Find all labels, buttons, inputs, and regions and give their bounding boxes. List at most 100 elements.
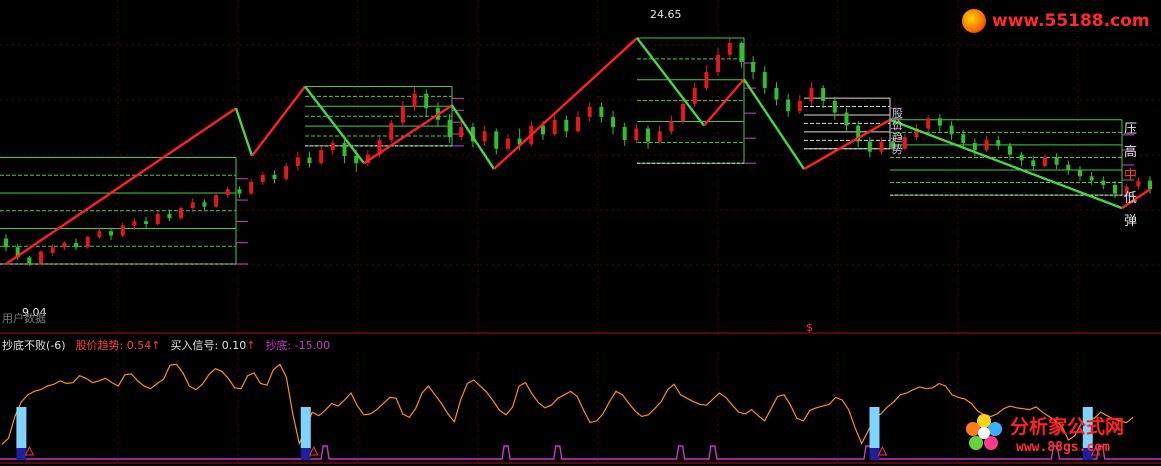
- candle-body: [120, 225, 125, 236]
- candle-body: [62, 242, 67, 248]
- candle-body: [179, 208, 184, 219]
- candle-body: [144, 221, 149, 225]
- candle-body: [879, 141, 884, 152]
- candle-body: [564, 119, 569, 132]
- candle-body: [797, 100, 802, 112]
- candle-body: [844, 112, 849, 126]
- candle-body: [505, 138, 510, 149]
- candle-body: [926, 118, 931, 129]
- candle-body: [1042, 157, 1047, 167]
- trend-segment: [803, 118, 891, 171]
- dollar-marker: $: [806, 321, 813, 334]
- candle-body: [552, 119, 557, 135]
- candle-body: [109, 231, 114, 236]
- candle-body: [716, 54, 721, 73]
- candle-body: [389, 122, 394, 141]
- side-labels: 压 高 中 低 弹: [1124, 118, 1140, 233]
- watermark-cn: 分析家公式网: [1010, 416, 1125, 438]
- candle-body: [225, 189, 230, 196]
- buy-bar: [869, 407, 880, 449]
- candle-body: [1054, 157, 1059, 165]
- candle-body: [751, 61, 756, 73]
- vertical-note: 股价趋势: [892, 107, 903, 156]
- candle-body: [447, 119, 452, 138]
- stock-chart: 24.65 9.04 用户数据 $: [0, 0, 1161, 464]
- trend-segment: [251, 85, 306, 157]
- flower-icon: [966, 414, 1002, 450]
- candle-body: [237, 189, 242, 194]
- watermark-top-text: www.55188.com: [992, 11, 1150, 31]
- candle-body: [39, 251, 44, 264]
- candle-body: [867, 141, 872, 152]
- candle-body: [832, 100, 837, 113]
- watermark-bottom: 分析家公式网 www.88gs.com: [964, 408, 1159, 464]
- candle-body: [1066, 164, 1071, 171]
- candle-body: [961, 134, 966, 143]
- candle-body: [611, 116, 616, 128]
- buy-bar: [16, 407, 27, 449]
- candle-body: [821, 87, 826, 101]
- readout-bottom: 抄底: -15.00: [265, 339, 331, 352]
- candle-body: [97, 231, 102, 238]
- candle-body: [494, 131, 499, 149]
- candle-body: [634, 128, 639, 141]
- buy-triangle: [308, 445, 319, 456]
- candle-body: [4, 238, 8, 248]
- candle-body: [50, 247, 55, 253]
- candle-body: [85, 237, 90, 248]
- readout-trend: 股价趋势: 0.54↑: [75, 339, 161, 352]
- candle-body: [646, 128, 651, 142]
- buy-triangle: [877, 445, 888, 456]
- candle-body: [1101, 180, 1106, 185]
- candle-body: [202, 202, 207, 207]
- side-label-2: 高: [1124, 145, 1138, 160]
- buy-bar: [300, 407, 311, 449]
- side-label-1: 压: [1124, 122, 1138, 137]
- side-label-3: 中: [1124, 168, 1138, 183]
- candle-body: [1031, 160, 1036, 167]
- candle-body: [412, 93, 417, 107]
- candle-body: [657, 131, 662, 142]
- candle-body: [249, 182, 254, 194]
- candle-body: [809, 87, 814, 101]
- candle-body: [482, 131, 487, 142]
- candle-body: [214, 195, 219, 207]
- buy-bar-base: [300, 448, 311, 460]
- candle-body: [167, 213, 172, 219]
- candle-body: [342, 142, 347, 156]
- side-label-5: 弹: [1124, 214, 1138, 229]
- candle-body: [284, 166, 289, 180]
- candle-body: [996, 140, 1001, 146]
- candle-body: [786, 99, 791, 112]
- trend-segment: [636, 37, 705, 127]
- candle-body: [132, 221, 137, 226]
- candle-body: [1148, 180, 1152, 190]
- candle-body: [155, 213, 160, 225]
- chart-grid: [0, 0, 1161, 464]
- candle-body: [704, 72, 709, 88]
- candle-body: [1089, 176, 1094, 181]
- watermark-url: www.88gs.com: [1016, 440, 1110, 455]
- readout-buy: 买入信号: 0.10↑: [170, 339, 256, 352]
- buy-bar-base: [869, 448, 880, 460]
- candle-body: [354, 156, 359, 164]
- candle-body: [727, 43, 732, 55]
- candle-body: [295, 157, 300, 167]
- candle-body: [599, 106, 604, 117]
- candle-body: [272, 174, 277, 180]
- trend-segment: [493, 37, 638, 170]
- candle-body: [1019, 154, 1024, 161]
- candle-body: [576, 116, 580, 132]
- candle-body: [459, 127, 464, 138]
- candle-body: [972, 142, 977, 151]
- trend-segment: [743, 78, 805, 170]
- candle-body: [692, 87, 697, 104]
- candle-body: [74, 242, 79, 248]
- buy-bar-base: [16, 448, 27, 460]
- candle-body: [762, 72, 767, 88]
- candle-body: [1077, 170, 1082, 177]
- trend-segment: [450, 104, 496, 170]
- trend-segment: [304, 85, 365, 164]
- candle-body: [984, 140, 989, 151]
- candle-body: [949, 125, 954, 135]
